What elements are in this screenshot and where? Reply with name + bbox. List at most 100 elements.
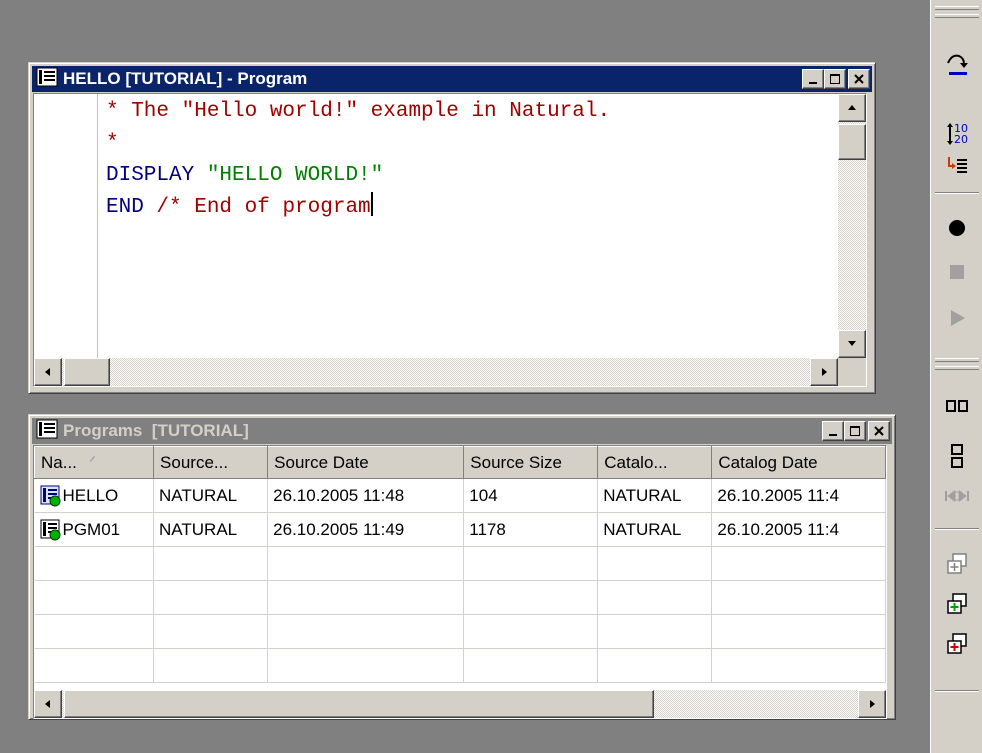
tile-vertical-button[interactable] bbox=[939, 440, 975, 472]
breakpoint-icon bbox=[949, 220, 965, 236]
code-line-2: * bbox=[106, 132, 119, 155]
program-name: HELLO bbox=[62, 485, 119, 505]
maximize-icon bbox=[850, 426, 860, 436]
scroll-up-button[interactable] bbox=[838, 94, 866, 122]
tile-horizontal-icon bbox=[946, 400, 968, 412]
toolbar-grip[interactable] bbox=[935, 6, 979, 10]
stop-icon bbox=[950, 265, 964, 279]
catalog-date-cell: 26.10.2005 11:4 bbox=[711, 478, 886, 513]
vertical-scroll-thumb[interactable] bbox=[838, 124, 866, 160]
toolbar-separator bbox=[935, 528, 979, 530]
arrow-right-icon bbox=[870, 700, 875, 708]
programs-list-view[interactable]: Na... ᐟ Source... Source Date Source Size… bbox=[33, 445, 887, 719]
step-into-icon bbox=[948, 157, 967, 173]
list-horizontal-scrollbar[interactable] bbox=[34, 690, 886, 718]
new-window-icon bbox=[947, 553, 967, 574]
inline-comment: /* End of program bbox=[156, 196, 371, 219]
table-header-row: Na... ᐟ Source... Source Date Source Size… bbox=[34, 446, 886, 479]
table-row bbox=[34, 546, 886, 581]
table-row[interactable]: HELLO NATURAL 26.10.2005 11:48 104 NATUR… bbox=[34, 478, 886, 513]
editor-title-bar[interactable]: HELLO [TUTORIAL] - Program bbox=[32, 66, 872, 92]
step-into-button[interactable] bbox=[939, 150, 975, 182]
sort-icon: ᐟ bbox=[88, 452, 97, 472]
catalog-cell: NATURAL bbox=[597, 512, 713, 547]
source-cell: NATURAL bbox=[153, 512, 269, 547]
table-row bbox=[34, 580, 886, 615]
code-editor[interactable]: * The "Hello world!" example in Natural.… bbox=[33, 93, 867, 387]
toolbar-grip[interactable] bbox=[935, 358, 979, 362]
cascade-button[interactable] bbox=[939, 588, 975, 620]
new-window-plus-button[interactable] bbox=[939, 628, 975, 660]
column-header-source-size[interactable]: Source Size bbox=[463, 446, 599, 479]
new-window-button[interactable] bbox=[939, 548, 975, 580]
minimize-icon bbox=[809, 82, 817, 84]
column-header-source[interactable]: Source... bbox=[153, 446, 269, 479]
editor-gutter bbox=[34, 94, 98, 386]
program-name: PGM01 bbox=[62, 519, 121, 539]
tile-horizontal-button[interactable] bbox=[939, 390, 975, 422]
scroll-right-button[interactable] bbox=[810, 358, 838, 386]
text-caret bbox=[370, 192, 373, 216]
cataloged-program-icon bbox=[40, 485, 62, 507]
arrange-button[interactable] bbox=[939, 480, 975, 512]
close-icon bbox=[874, 426, 884, 436]
stop-button[interactable] bbox=[939, 256, 975, 288]
toolbar-grip[interactable] bbox=[935, 366, 979, 370]
program-icon bbox=[36, 67, 58, 92]
cascade-icon bbox=[947, 593, 967, 614]
column-header-catalog-date[interactable]: Catalog Date bbox=[711, 446, 886, 479]
source-size-cell: 104 bbox=[463, 478, 599, 513]
table-row[interactable]: PGM01 NATURAL 26.10.2005 11:49 1178 NATU… bbox=[34, 512, 886, 547]
arrow-down-icon bbox=[848, 341, 856, 346]
tile-vertical-icon bbox=[951, 444, 963, 468]
table-row bbox=[34, 614, 886, 649]
step-over-icon bbox=[947, 54, 968, 75]
editor-horizontal-scrollbar[interactable] bbox=[34, 358, 838, 386]
catalog-cell: NATURAL bbox=[597, 478, 713, 513]
scroll-left-button[interactable] bbox=[34, 358, 62, 386]
breakpoint-button[interactable] bbox=[939, 212, 975, 244]
scroll-left-button[interactable] bbox=[34, 690, 62, 718]
editor-vertical-scrollbar[interactable] bbox=[838, 94, 866, 358]
line-numbers-button[interactable]: 10 20 bbox=[939, 118, 975, 150]
step-over-button[interactable] bbox=[939, 48, 975, 80]
minimize-button[interactable] bbox=[802, 69, 824, 89]
arrow-up-icon bbox=[848, 105, 856, 110]
maximize-button[interactable] bbox=[824, 69, 846, 89]
editor-title: HELLO [TUTORIAL] - Program bbox=[63, 69, 308, 88]
minimize-button[interactable] bbox=[822, 421, 844, 441]
line-numbers-icon: 10 20 bbox=[946, 122, 968, 146]
column-header-source-date[interactable]: Source Date bbox=[267, 446, 465, 479]
scroll-down-button[interactable] bbox=[838, 330, 866, 358]
column-header-catalog[interactable]: Catalo... bbox=[597, 446, 713, 479]
horizontal-scroll-thumb[interactable] bbox=[64, 358, 110, 386]
maximize-icon bbox=[830, 74, 840, 84]
arrow-right-icon bbox=[822, 368, 827, 376]
maximize-button[interactable] bbox=[844, 421, 866, 441]
programs-title-bar[interactable]: Programs [TUTORIAL] bbox=[32, 418, 892, 444]
horizontal-scroll-thumb[interactable] bbox=[64, 690, 654, 718]
toolbar-grip[interactable] bbox=[935, 14, 979, 18]
close-icon bbox=[854, 74, 864, 84]
source-date-cell: 26.10.2005 11:48 bbox=[267, 478, 465, 513]
scrollbar-corner bbox=[838, 358, 866, 386]
new-window-plus-icon bbox=[947, 633, 967, 654]
catalog-date-cell: 26.10.2005 11:4 bbox=[711, 512, 886, 547]
scroll-right-button[interactable] bbox=[858, 690, 886, 718]
code-line-1: * The "Hello world!" example in Natural. bbox=[106, 100, 611, 123]
keyword-end: END bbox=[106, 196, 157, 219]
column-header-name[interactable]: Na... ᐟ bbox=[34, 446, 155, 479]
code-line-4: END /* End of program bbox=[106, 192, 610, 224]
close-button[interactable] bbox=[868, 421, 890, 441]
run-button[interactable] bbox=[939, 302, 975, 334]
source-cell: NATURAL bbox=[153, 478, 269, 513]
list-icon bbox=[36, 419, 58, 444]
close-button[interactable] bbox=[848, 69, 870, 89]
programs-table: Na... ᐟ Source... Source Date Source Size… bbox=[34, 446, 886, 683]
editor-window[interactable]: HELLO [TUTORIAL] - Program * The "Hello … bbox=[28, 62, 876, 394]
keyword-display: DISPLAY bbox=[106, 164, 207, 187]
programs-window[interactable]: Programs [TUTORIAL] Na... ᐟ Source... So… bbox=[28, 414, 896, 720]
cataloged-program-icon bbox=[40, 519, 62, 541]
code-content[interactable]: * The "Hello world!" example in Natural.… bbox=[106, 96, 610, 224]
programs-title: Programs [TUTORIAL] bbox=[63, 421, 249, 440]
